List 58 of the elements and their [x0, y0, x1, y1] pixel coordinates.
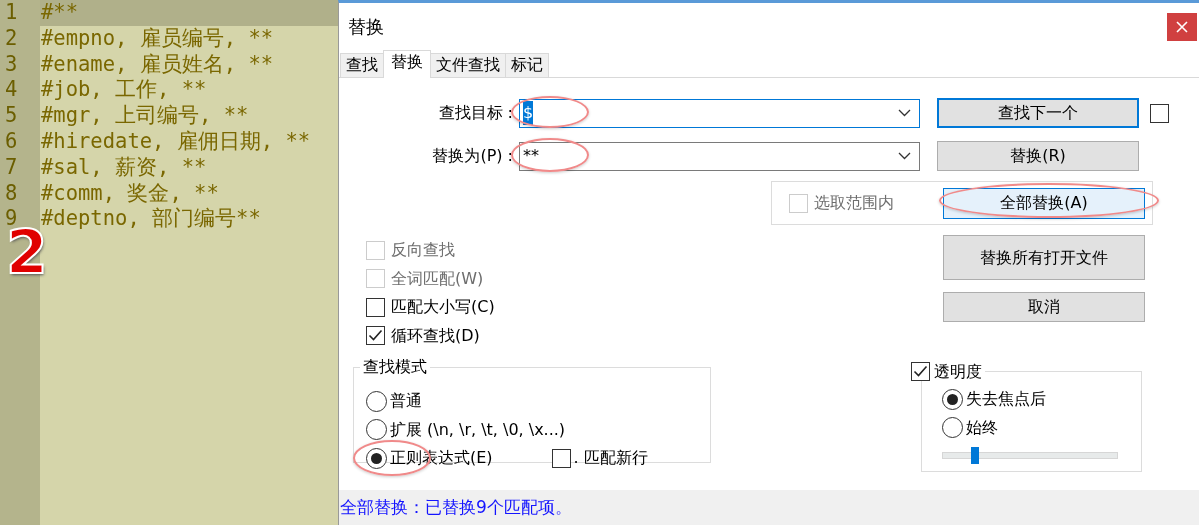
checkbox[interactable]: [366, 326, 385, 346]
code-line: #ename, 雇员姓名, **: [40, 51, 275, 78]
button[interactable]: 替换所有打开文件: [943, 235, 1145, 280]
window-title: 替换: [348, 15, 384, 39]
radio-button[interactable]: [942, 417, 963, 439]
tab[interactable]: 替换: [383, 50, 431, 78]
radio-label: 始终: [966, 416, 998, 439]
line-number: 7: [4, 154, 19, 181]
line-number: 2: [4, 25, 19, 52]
close-icon: [1176, 20, 1188, 33]
checkbox-label: 全词匹配(W): [391, 267, 484, 290]
line-number: 1: [4, 0, 19, 26]
code-line: #mgr, 上司编号, **: [40, 103, 250, 129]
tab[interactable]: 标记: [505, 53, 549, 77]
button[interactable]: 取消: [943, 292, 1145, 322]
checkbox[interactable]: [551, 448, 571, 468]
checkbox[interactable]: [1150, 103, 1169, 123]
radio-label: 失去焦点后: [966, 388, 1046, 411]
radio-button[interactable]: [942, 388, 963, 410]
dropdown-caret-icon: [898, 109, 911, 117]
field-label: 替换为(P) :: [431, 145, 514, 167]
combo-field[interactable]: **: [519, 141, 920, 171]
checkbox[interactable]: [366, 297, 385, 317]
radio-button[interactable]: [366, 419, 387, 441]
checkbox[interactable]: [911, 362, 930, 381]
field-label: 查找目标 :: [437, 102, 514, 124]
checkbox-label: 反向查找: [391, 239, 455, 262]
code-line: #hiredate, 雇佣日期, **: [40, 129, 312, 155]
code-line: #job, 工作, **: [40, 77, 208, 104]
radio-label: 普通: [390, 390, 422, 413]
button[interactable]: 查找下一个: [937, 98, 1139, 128]
slider-thumb[interactable]: [970, 447, 979, 464]
code-line: #deptno, 部门编号**: [41, 206, 262, 231]
checkbox-label: 透明度: [934, 363, 982, 380]
checkbox-label: 匹配大小写(C): [391, 296, 495, 319]
tab[interactable]: 文件查找: [430, 53, 506, 77]
code-line: #comm, 奖金, **: [40, 180, 220, 207]
button[interactable]: 替换(R): [937, 141, 1139, 171]
combo-field[interactable]: $: [519, 98, 920, 128]
group-title: 查找模式: [363, 359, 427, 375]
checkbox-label: . 匹配新行: [573, 447, 648, 470]
line-number: 5: [4, 103, 19, 129]
line-number: 8: [4, 180, 19, 207]
line-number: 6: [4, 129, 19, 155]
dropdown-caret-icon: [898, 152, 911, 160]
checkbox-label: 选取范围内: [814, 192, 894, 214]
checkbox-label: 循环查找(D): [391, 324, 480, 347]
button[interactable]: 全部替换(A): [943, 187, 1145, 219]
line-number: 3: [4, 51, 19, 78]
code-line: #empno, 雇员编号, **: [40, 25, 275, 52]
radio-label: 扩展 (\n, \r, \t, \0, \x...): [390, 418, 566, 441]
tab[interactable]: 查找: [340, 53, 384, 77]
status-text: 全部替换：已替换9个匹配项。: [339, 490, 1199, 525]
radio-button[interactable]: [366, 390, 387, 412]
line-number: 4: [4, 77, 19, 104]
code-line: #sal, 薪资, **: [40, 154, 208, 181]
close-button[interactable]: [1167, 12, 1197, 41]
radio-button[interactable]: [366, 447, 387, 469]
